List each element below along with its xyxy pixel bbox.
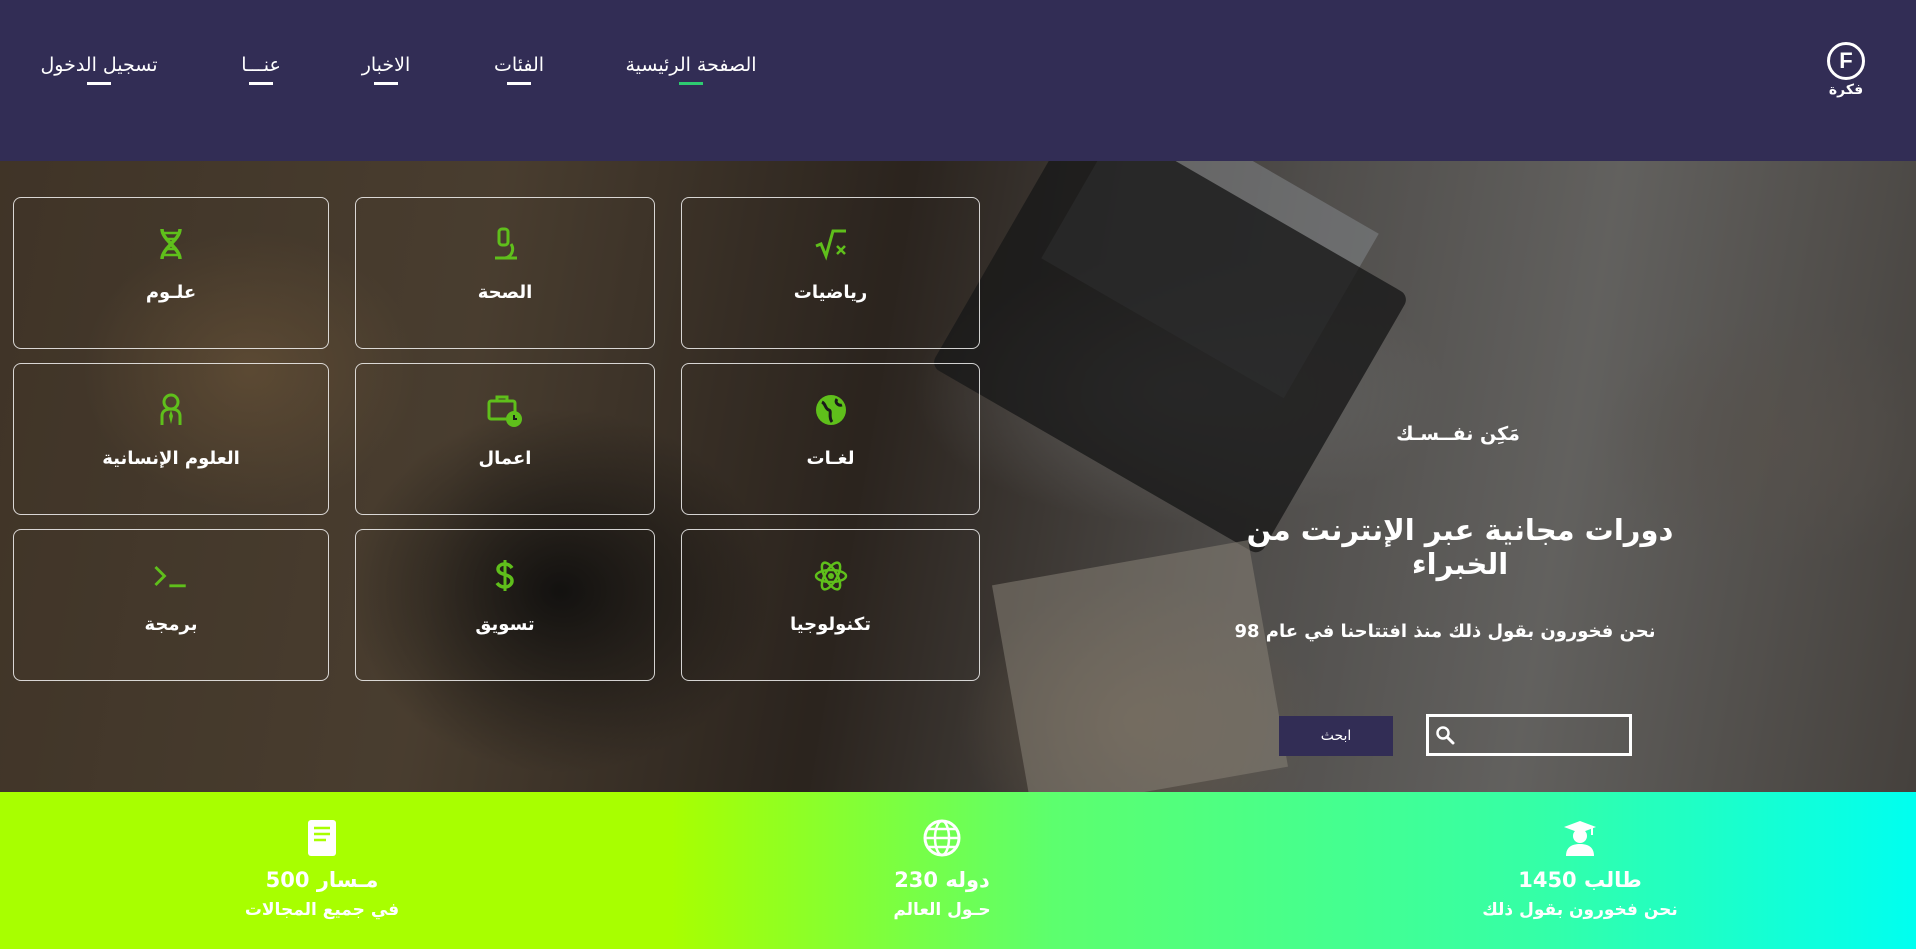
category-label: لغـات <box>806 448 855 469</box>
briefcase-clock-icon <box>356 392 654 428</box>
category-card-technology[interactable]: تكنولوجيا <box>681 529 980 681</box>
user-tie-icon <box>14 392 328 428</box>
category-card-business[interactable]: اعمال <box>355 363 655 515</box>
stat-caption: حـول العالم <box>893 900 991 920</box>
category-card-languages[interactable]: لغـات <box>681 363 980 515</box>
dollar-icon <box>356 558 654 594</box>
stat-students: 1450 طالب نحن فخورون بقول ذلك <box>1450 792 1710 920</box>
stat-value: 1450 طالب <box>1518 868 1642 892</box>
nav-item-home[interactable]: الصفحة الرئيسية <box>620 54 762 85</box>
site-header: F فكرة الصفحة الرئيسية الفئات الاخبار عن… <box>0 0 1916 161</box>
category-card-programming[interactable]: برمجة <box>13 529 329 681</box>
logo-mark: F <box>1827 42 1865 80</box>
globe-icon <box>682 392 979 428</box>
book-icon <box>192 818 452 858</box>
nav-active-indicator <box>679 82 703 85</box>
stat-caption: في جميع المجالات <box>244 900 400 920</box>
category-label: العلوم الإنسانية <box>102 448 240 469</box>
search-icon <box>1436 726 1455 745</box>
nav-item-login[interactable]: تسجيل الدخول <box>36 54 162 85</box>
category-card-humanities[interactable]: العلوم الإنسانية <box>13 363 329 515</box>
category-label: اعمال <box>478 448 532 469</box>
atom-icon <box>682 558 979 594</box>
search-input[interactable] <box>1457 717 1627 753</box>
category-label: برمجة <box>144 614 198 635</box>
square-root-icon <box>682 226 979 262</box>
stat-caption: نحن فخورون بقول ذلك <box>1482 900 1678 920</box>
dna-icon <box>14 226 328 262</box>
nav-item-categories[interactable]: الفئات <box>488 54 550 85</box>
search-button[interactable]: ابحث <box>1279 716 1393 756</box>
nav-item-about[interactable]: عنـــا <box>236 54 286 85</box>
hero-title: دورات مجانية عبر الإنترنت من الخبراء <box>1246 513 1674 581</box>
nav-item-news[interactable]: الاخبار <box>358 54 414 85</box>
stats-section: 1450 طالب نحن فخورون بقول ذلك 230 دوله ح… <box>0 792 1916 949</box>
hero-tagline: مَكِن نفــسـك <box>1396 423 1520 445</box>
globe-icon <box>812 818 1072 858</box>
category-label: الصحة <box>477 282 533 303</box>
category-label: تسويق <box>475 614 535 635</box>
category-card-science[interactable]: علـوم <box>13 197 329 349</box>
terminal-icon <box>14 558 328 594</box>
logo[interactable]: F فكرة <box>1818 42 1874 102</box>
category-label: رياضيات <box>793 282 868 303</box>
stat-value: 230 دوله <box>894 868 990 892</box>
logo-text: فكرة <box>1828 82 1864 98</box>
search-box[interactable] <box>1426 714 1632 756</box>
microscope-icon <box>356 226 654 262</box>
stat-value: 500 مـسار <box>265 868 379 892</box>
hero-subtitle: نحن فخورون بقول ذلك منذ افتتاحنا في عام … <box>1234 621 1656 642</box>
category-card-marketing[interactable]: تسويق <box>355 529 655 681</box>
stat-tracks: 500 مـسار في جميع المجالات <box>192 792 452 920</box>
category-card-math[interactable]: رياضيات <box>681 197 980 349</box>
hero-section: مَكِن نفــسـك دورات مجانية عبر الإنترنت … <box>0 161 1916 792</box>
stat-countries: 230 دوله حـول العالم <box>812 792 1072 920</box>
category-label: علـوم <box>145 282 197 303</box>
graduate-icon <box>1450 818 1710 858</box>
category-label: تكنولوجيا <box>790 614 871 635</box>
category-card-health[interactable]: الصحة <box>355 197 655 349</box>
